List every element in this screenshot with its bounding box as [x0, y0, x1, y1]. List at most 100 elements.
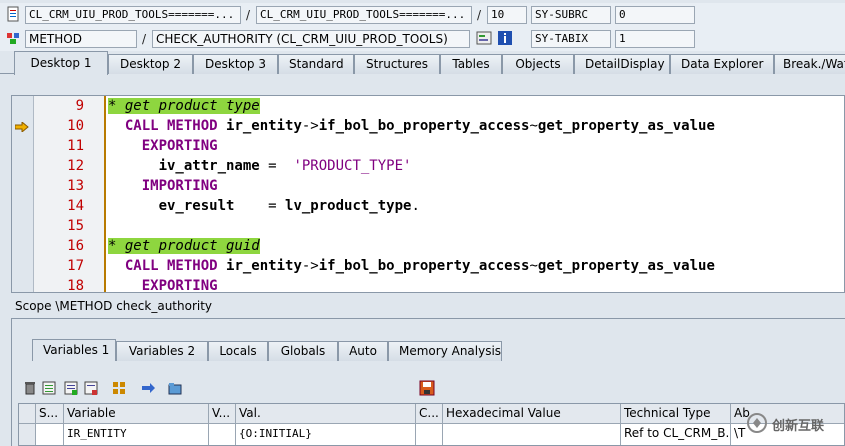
line-number: 11 [67, 138, 84, 154]
tab-locals[interactable]: Locals [208, 341, 268, 361]
code-token: ir_entity [226, 258, 302, 274]
transfer-icon[interactable] [140, 380, 156, 396]
tab-variables-2[interactable]: Variables 2 [116, 341, 208, 361]
save-variable-icon[interactable] [83, 380, 99, 396]
line-number: 9 [75, 98, 84, 114]
code-token: -> [301, 258, 319, 274]
table-cell-v[interactable] [209, 424, 236, 445]
table-cell-change[interactable] [416, 424, 443, 445]
code-text: IMPORTING [108, 176, 218, 196]
delete-icon[interactable] [22, 380, 38, 396]
column-header-hex-value[interactable]: Hexadecimal Value [443, 404, 621, 424]
code-text: CALL METHOD ir_entity->if_bol_bo_propert… [108, 116, 715, 136]
code-line[interactable]: 10 CALL METHOD ir_entity->if_bol_bo_prop… [12, 116, 844, 136]
column-header-v[interactable]: V... [209, 404, 236, 424]
insert-icon[interactable] [41, 380, 57, 396]
table-cell-status[interactable] [36, 424, 64, 445]
code-text: EXPORTING [108, 276, 218, 292]
code-line[interactable]: 16 * get product guid [12, 236, 844, 256]
folder-icon[interactable] [167, 380, 183, 396]
code-line[interactable]: 12 iv_attr_name = 'PRODUCT_TYPE' [12, 156, 844, 176]
event-name-field[interactable]: CHECK_AUTHORITY (CL_CRM_UIU_PROD_TOOLS) [152, 30, 470, 48]
tab-desktop-1[interactable]: Desktop 1 [14, 51, 108, 75]
code-token: . [411, 198, 420, 214]
desktop-tab-strip: Desktop 1 Desktop 2 Desktop 3 Standard S… [0, 51, 845, 75]
code-text: EXPORTING [108, 136, 218, 156]
code-string: 'PRODUCT_TYPE' [293, 158, 412, 174]
include-field[interactable]: CL_CRM_UIU_PROD_TOOLS=======... [256, 6, 472, 24]
tab-detail-display[interactable]: DetailDisplay [574, 54, 670, 74]
code-line[interactable]: 11 EXPORTING [12, 136, 844, 156]
code-comment: * get product guid [108, 238, 260, 254]
code-token: get_property_as_value [537, 118, 715, 134]
watermark-logo-icon [746, 412, 768, 437]
column-header-value[interactable]: Val. [236, 404, 416, 424]
save-icon[interactable] [419, 380, 435, 396]
tree-icon[interactable] [111, 380, 127, 396]
table-cell-technical-type[interactable]: Ref to CL_CRM_B... [621, 424, 731, 445]
display-source-icon[interactable] [476, 30, 492, 46]
event-type-field[interactable]: METHOD [25, 30, 137, 48]
code-line[interactable]: 13 IMPORTING [12, 176, 844, 196]
code-text: CALL METHOD ir_entity->if_bol_bo_propert… [108, 256, 715, 276]
tab-structures[interactable]: Structures [354, 54, 440, 74]
code-token: iv_attr_name [158, 158, 260, 174]
tab-standard[interactable]: Standard [278, 54, 354, 74]
table-cell-hex-value[interactable] [443, 424, 621, 445]
line-number: 17 [67, 258, 84, 274]
code-token: ~ [529, 118, 538, 134]
source-code-editor[interactable]: 9 * get product type 10 CALL METHOD ir_ent… [11, 95, 845, 293]
line-number-field[interactable]: 10 [487, 6, 527, 24]
method-icon [5, 30, 21, 46]
system-field-name-1[interactable]: SY-SUBRC [531, 6, 611, 24]
code-line[interactable]: 17 CALL METHOD ir_entity->if_bol_bo_prop… [12, 256, 844, 276]
tab-objects[interactable]: Objects [502, 54, 574, 74]
system-field-value-1[interactable]: 0 [615, 6, 695, 24]
info-icon[interactable] [497, 30, 513, 46]
line-number: 13 [67, 178, 84, 194]
line-number: 14 [67, 198, 84, 214]
tab-desktop-2[interactable]: Desktop 2 [108, 54, 193, 74]
tab-variables-1[interactable]: Variables 1 [32, 339, 116, 361]
code-token: lv_product_type [285, 198, 412, 214]
variables-table[interactable]: S... Variable V... Val. C... Hexadecimal… [18, 403, 845, 446]
tab-memory-analysis[interactable]: Memory Analysis [388, 341, 502, 361]
line-number: 10 [67, 118, 84, 134]
code-line[interactable]: 9 * get product type [12, 96, 844, 116]
column-header-status[interactable]: S... [36, 404, 64, 424]
tab-globals[interactable]: Globals [268, 341, 338, 361]
code-line[interactable]: 18 EXPORTING [12, 276, 844, 293]
row-selector[interactable] [19, 424, 36, 445]
code-token: ir_entity [226, 118, 302, 134]
list-icon[interactable] [63, 380, 79, 396]
system-field-name-2[interactable]: SY-TABIX [531, 30, 611, 48]
scope-label: Scope \METHOD check_authority [15, 299, 213, 313]
tab-desktop-3[interactable]: Desktop 3 [193, 54, 278, 74]
tab-data-explorer[interactable]: Data Explorer [670, 54, 774, 74]
code-keyword: IMPORTING [141, 178, 218, 194]
program-field[interactable]: CL_CRM_UIU_PROD_TOOLS=======... [25, 6, 241, 24]
column-header-variable[interactable]: Variable [64, 404, 209, 424]
code-line[interactable]: 15 [12, 216, 844, 236]
tab-tables[interactable]: Tables [440, 54, 502, 74]
code-token: if_bol_bo_property_access [318, 118, 530, 134]
tab-auto[interactable]: Auto [338, 341, 388, 361]
line-number: 18 [67, 278, 84, 293]
code-text: iv_attr_name = 'PRODUCT_TYPE' [108, 156, 412, 176]
code-keyword: EXPORTING [141, 138, 218, 154]
column-header-change[interactable]: C... [416, 404, 443, 424]
column-header-technical-type[interactable]: Technical Type [621, 404, 731, 424]
table-cell-value[interactable]: {O:INITIAL} [236, 424, 416, 445]
table-cell-variable[interactable]: IR_ENTITY [64, 424, 209, 445]
code-line[interactable]: 14 ev_result = lv_product_type. [12, 196, 844, 216]
tab-breakpoints-watchpoints[interactable]: Break./Wat [774, 54, 845, 74]
system-field-value-2[interactable]: 1 [615, 30, 695, 48]
separator: / [477, 8, 482, 22]
code-text: ev_result = lv_product_type. [108, 196, 420, 216]
